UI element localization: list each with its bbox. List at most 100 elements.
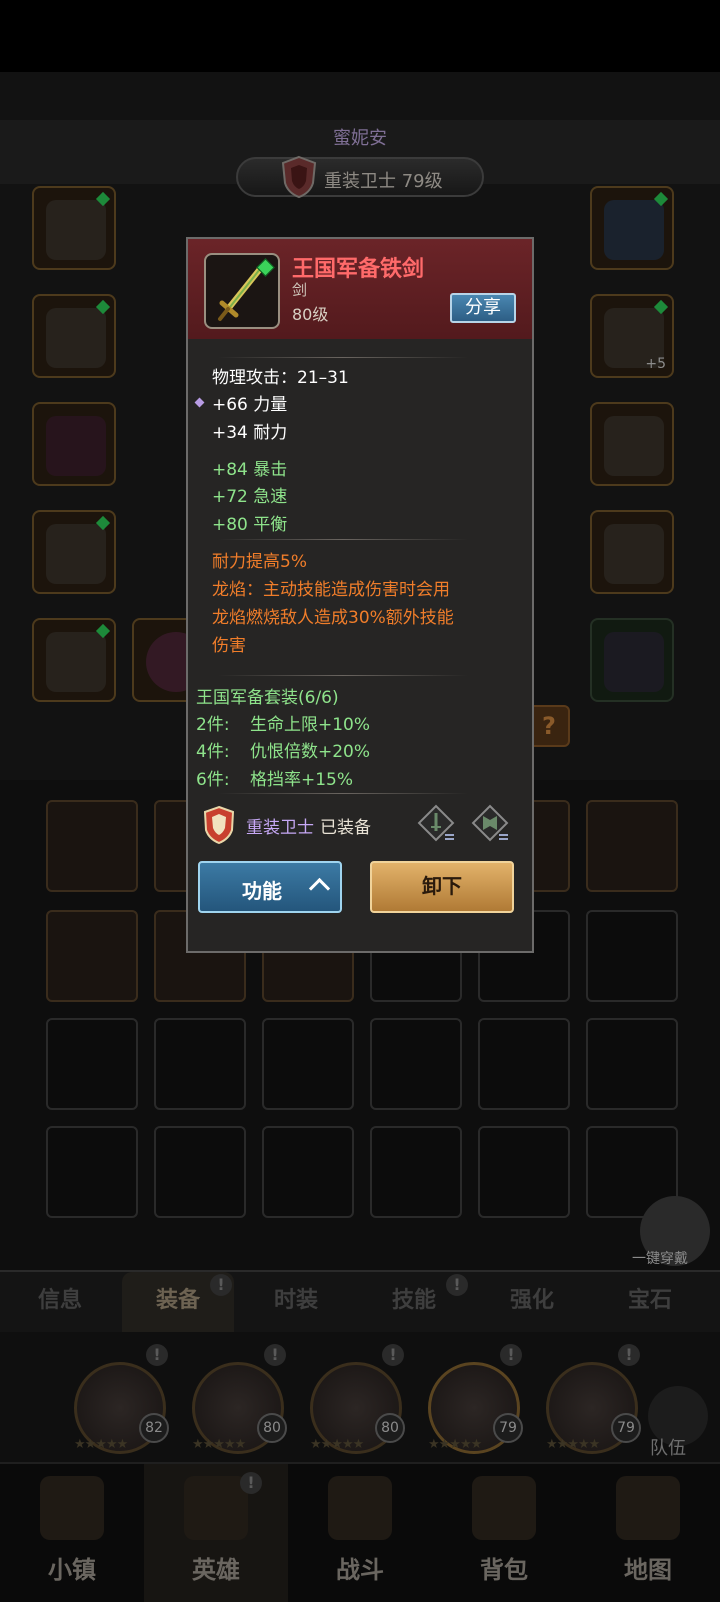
tab-info[interactable]: 信息 xyxy=(4,1272,116,1332)
cloak-slot[interactable] xyxy=(590,618,674,702)
necklace-slot[interactable] xyxy=(32,294,116,378)
unequip-button[interactable]: 卸下 xyxy=(370,861,514,913)
crossed-swords-icon xyxy=(328,1476,392,1540)
special-effect: 龙焰燃烧敌人造成30%额外技能 xyxy=(212,608,454,628)
boots-slot[interactable] xyxy=(590,402,674,486)
secondary-stat: +80 平衡 xyxy=(212,515,288,535)
bag-empty-slot[interactable] xyxy=(586,910,678,1002)
hero-class-level-pill: 重装卫士 79级 xyxy=(236,155,484,199)
gloves-slot[interactable] xyxy=(32,510,116,594)
nav-label: 小镇 xyxy=(48,1556,96,1584)
bag-empty-slot[interactable] xyxy=(46,1018,138,1110)
nav-battle[interactable]: 战斗 xyxy=(288,1464,432,1602)
set-bonus-pieces: 6件: xyxy=(196,770,230,790)
nav-bag[interactable]: 背包 xyxy=(432,1464,576,1602)
bag-empty-slot[interactable] xyxy=(370,1018,462,1110)
divider xyxy=(218,357,468,358)
primary-stat: +34 耐力 xyxy=(212,423,288,443)
shoulder-slot[interactable] xyxy=(32,402,116,486)
team-label: 队伍 xyxy=(650,1438,686,1459)
star-rating: ★★★★★ xyxy=(74,1437,128,1452)
bag-item-slot[interactable] xyxy=(586,800,678,892)
bag-empty-slot[interactable] xyxy=(262,1018,354,1110)
share-button[interactable]: 分享 xyxy=(450,293,516,323)
hero-level-badge: 82 xyxy=(139,1413,169,1443)
star-rating: ★★★★★ xyxy=(310,1437,364,1452)
nav-label: 背包 xyxy=(480,1556,528,1584)
secondary-stat: +84 暴击 xyxy=(212,460,288,480)
bag-empty-slot[interactable] xyxy=(370,1126,462,1218)
status-bar-area xyxy=(0,0,720,72)
special-effect: 伤害 xyxy=(212,636,246,656)
item-icon-frame xyxy=(204,253,280,329)
guardian-shield-icon xyxy=(203,805,235,845)
bag-empty-slot[interactable] xyxy=(478,1126,570,1218)
nav-heroes[interactable]: 英雄! xyxy=(144,1464,288,1602)
function-button[interactable]: 功能 xyxy=(198,861,342,913)
tab-costume[interactable]: 时装 xyxy=(240,1272,352,1332)
alert-badge: ! xyxy=(146,1344,168,1366)
nav-town[interactable]: 小镇 xyxy=(0,1464,144,1602)
item-level: 80级 xyxy=(292,305,329,324)
star-rating: ★★★★★ xyxy=(546,1437,600,1452)
hero-name: 蜜妮安 xyxy=(333,128,387,149)
bag-empty-slot[interactable] xyxy=(262,1126,354,1218)
auto-equip-label: 一键穿戴 xyxy=(632,1251,688,1267)
chest-slot[interactable] xyxy=(590,186,674,270)
item-type: 剑 xyxy=(292,281,308,299)
bag-empty-slot[interactable] xyxy=(586,1018,678,1110)
bag-empty-slot[interactable] xyxy=(46,1126,138,1218)
nav-label: 地图 xyxy=(624,1556,672,1584)
hero-tabs: 信息 装备 时装 技能 强化 宝石 ! ! xyxy=(0,1270,720,1334)
bag-item-slot[interactable] xyxy=(46,800,138,892)
set-bonus-effect: 格挡率+15% xyxy=(250,770,354,790)
equipped-hero-class: 重装卫士 xyxy=(246,818,314,838)
hero-level-badge: 80 xyxy=(375,1413,405,1443)
alert-badge: ! xyxy=(210,1274,232,1296)
set-bonus-effect: 生命上限+10% xyxy=(250,715,371,735)
star-rating: ★★★★★ xyxy=(192,1437,246,1452)
alert-badge: ! xyxy=(264,1344,286,1366)
bottom-navigation: 小镇 英雄! 战斗 背包 地图 xyxy=(0,1462,720,1602)
town-icon xyxy=(40,1476,104,1540)
special-effect: 龙焰：主动技能造成伤害时会用 xyxy=(212,580,450,600)
base-stat: 物理攻击：21–31 xyxy=(212,368,349,388)
hero-class-level: 重装卫士 79级 xyxy=(324,171,443,192)
pants-slot[interactable]: +5 xyxy=(590,294,674,378)
alert-badge: ! xyxy=(446,1274,468,1296)
special-effect: 耐力提高5% xyxy=(212,552,307,572)
backpack-icon xyxy=(472,1476,536,1540)
divider xyxy=(218,539,468,540)
set-bonus-pieces: 2件: xyxy=(196,715,230,735)
set-bonus-pieces: 4件: xyxy=(196,742,230,762)
set-bonus-effect: 仇恨倍数+20% xyxy=(250,742,371,762)
helmet-slot[interactable] xyxy=(32,186,116,270)
nav-label: 英雄 xyxy=(192,1556,240,1584)
bag-empty-slot[interactable] xyxy=(154,1018,246,1110)
item-header: 王国军备铁剑 剑 80级 分享 xyxy=(188,239,532,339)
ring-slot[interactable] xyxy=(590,510,674,594)
chevron-up-icon xyxy=(308,877,331,900)
map-icon xyxy=(616,1476,680,1540)
divider xyxy=(218,675,468,676)
tab-enhance[interactable]: 强化 xyxy=(476,1272,588,1332)
equipped-by-row: 重装卫士 已装备 xyxy=(198,803,528,845)
item-detail-popup: 王国军备铁剑 剑 80级 分享 物理攻击：21–31 +66 力量 +34 耐力… xyxy=(186,237,534,953)
bag-empty-slot[interactable] xyxy=(154,1126,246,1218)
enhance-badge: +5 xyxy=(645,356,666,372)
diamond-bullet-icon xyxy=(194,397,205,408)
bag-empty-slot[interactable] xyxy=(478,1018,570,1110)
alert-badge: ! xyxy=(240,1472,262,1494)
hero-level-badge: 79 xyxy=(611,1413,641,1443)
nav-map[interactable]: 地图 xyxy=(576,1464,720,1602)
armor-compare-icon[interactable] xyxy=(470,803,510,843)
weapon-compare-icon[interactable] xyxy=(416,803,456,843)
primary-stat: +66 力量 xyxy=(212,395,288,415)
weapon-slot[interactable] xyxy=(32,618,116,702)
help-button[interactable]: ? xyxy=(528,705,570,747)
alert-badge: ! xyxy=(500,1344,522,1366)
tab-gems[interactable]: 宝石 xyxy=(594,1272,706,1332)
hero-icon xyxy=(184,1476,248,1540)
bag-item-slot[interactable] xyxy=(46,910,138,1002)
equipped-status: 已装备 xyxy=(320,818,371,838)
